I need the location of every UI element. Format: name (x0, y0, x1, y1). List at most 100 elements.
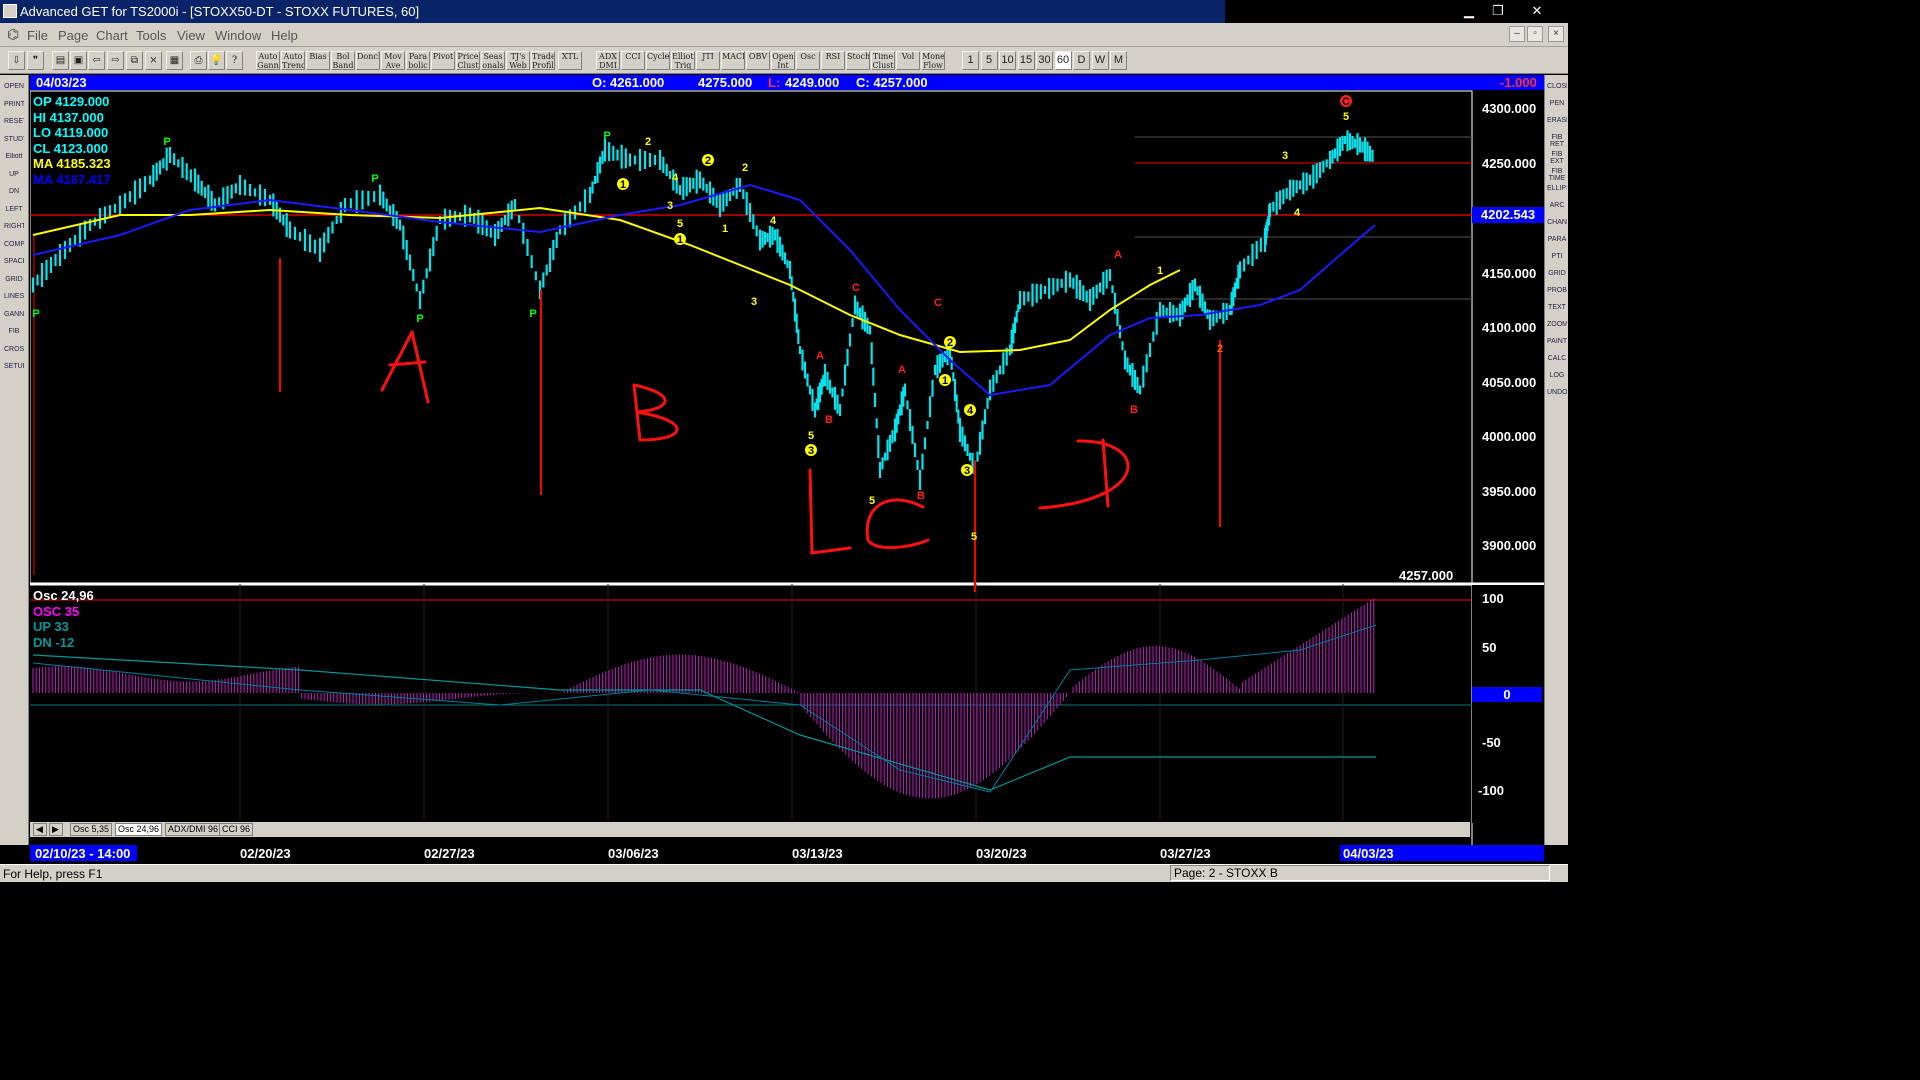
toolbar-button-bol-band[interactable]: Bol Band (331, 51, 355, 70)
toolbar-button-elliott-trig[interactable]: Elliott Trig (671, 51, 695, 70)
tab-adx-dmi[interactable]: ADX/DMI 96 (165, 823, 222, 836)
tab-cci[interactable]: CCI 96 (219, 823, 254, 836)
minimize-button[interactable]: ▁ (1457, 2, 1481, 20)
tab-osc-5-35[interactable]: Osc 5,35 (70, 823, 113, 836)
toolbar-button-vol[interactable]: Vol (896, 51, 920, 70)
left-tool-up[interactable]: UP (4, 170, 24, 187)
chart-area[interactable]: PPPPPP214352121434CAB535ABC21435AB12345C (30, 75, 1544, 845)
right-tool-fib-ret[interactable]: FIB RET (1547, 134, 1567, 150)
toolbar-button-open-int[interactable]: Open Int (771, 51, 795, 70)
toolbar-button-adx-dmi[interactable]: ADX DMI (596, 51, 620, 70)
tab-scroll-right[interactable]: ▶ (49, 823, 63, 836)
toolbar-icon-button[interactable]: ▤ (52, 51, 69, 70)
toolbar-icon-button[interactable]: ⇦ (88, 51, 105, 70)
right-tool-arc[interactable]: ARC (1547, 202, 1567, 218)
timeframe-button-w[interactable]: W (1091, 51, 1109, 70)
right-tool-para[interactable]: PARA (1547, 236, 1567, 252)
left-tool-right[interactable]: RIGHT (4, 223, 24, 239)
menu-page[interactable]: Page (58, 28, 88, 43)
left-tool-space[interactable]: SPACE (4, 258, 24, 274)
toolbar-icon-button[interactable]: ▣ (70, 51, 87, 70)
toolbar-button-osc[interactable]: Osc (796, 51, 820, 70)
right-tool-log[interactable]: LOG (1547, 372, 1567, 388)
toolbar-icon-button[interactable]: ⇩ (8, 51, 25, 70)
timeframe-button-d[interactable]: D (1073, 51, 1090, 70)
menu-file[interactable]: File (27, 28, 48, 43)
right-tool-pti[interactable]: PTI (1547, 253, 1567, 269)
timeframe-button-5[interactable]: 5 (980, 51, 998, 70)
toolbar-icon-button[interactable]: ⎙ (190, 51, 207, 70)
toolbar-icon-button[interactable]: ❞ (27, 51, 44, 70)
timeframe-button-15[interactable]: 15 (1017, 51, 1035, 70)
menu-view[interactable]: View (177, 28, 205, 43)
left-tool-fib[interactable]: FIB (4, 328, 24, 344)
toolbar-button-auto-gann[interactable]: Auto Gann (256, 51, 280, 70)
left-tool-comp[interactable]: COMP (4, 240, 24, 257)
toolbar-button-jti[interactable]: JTI (696, 51, 720, 70)
left-tool-left[interactable]: LEFT (4, 205, 24, 222)
toolbar-button-macd[interactable]: MACD (721, 51, 745, 70)
toolbar-button-mov-ave[interactable]: Mov Ave (381, 51, 405, 70)
toolbar-icon-button[interactable]: 💡 (208, 51, 225, 70)
left-tool-grid[interactable]: GRID (4, 275, 24, 292)
right-tool-erase[interactable]: ERASE (1547, 117, 1567, 133)
left-tool-lines[interactable]: LINES (4, 293, 24, 309)
toolbar-icon-button[interactable]: ? (226, 51, 243, 70)
left-tool-study[interactable]: STUDY (4, 135, 24, 152)
toolbar-button-donch[interactable]: Donch (356, 51, 380, 70)
toolbar-button-obv[interactable]: OBV (746, 51, 770, 70)
timeframe-button-30[interactable]: 30 (1036, 51, 1053, 70)
toolbar-button-xtl[interactable]: XTL (558, 51, 582, 70)
right-tool-undo[interactable]: UNDO (1547, 389, 1567, 405)
timeframe-button-m[interactable]: M (1110, 51, 1127, 70)
toolbar-button-bias[interactable]: Bias (306, 51, 330, 70)
left-tool-open[interactable]: OPEN (4, 83, 24, 99)
toolbar-button-seas-onals[interactable]: Seas onals (481, 51, 505, 70)
toolbar-button-auto-trend[interactable]: Auto Trend (281, 51, 305, 70)
toolbar-button-money-flow[interactable]: Money Flow (921, 51, 945, 70)
restore-button[interactable]: ❐ (1486, 2, 1510, 20)
right-tool-prob[interactable]: PROB (1547, 287, 1567, 303)
right-tool-zoom[interactable]: ZOOM (1547, 321, 1567, 337)
right-tool-chan[interactable]: CHAN (1547, 219, 1567, 235)
right-tool-grid[interactable]: GRID (1547, 270, 1567, 286)
right-tool-fib-time[interactable]: FIB TIME (1547, 168, 1567, 184)
toolbar-button-tj-s-web[interactable]: TJ's Web (506, 51, 530, 70)
right-tool-fib-ext[interactable]: FIB EXT (1547, 151, 1567, 167)
mdi-close-button[interactable]: × (1548, 26, 1564, 42)
right-tool-calc[interactable]: CALC (1547, 355, 1567, 371)
app-icon[interactable] (3, 4, 17, 18)
toolbar-icon-button[interactable]: ⧉ (126, 51, 143, 70)
close-button[interactable]: ✕ (1525, 2, 1549, 20)
toolbar-button-cci[interactable]: CCI (621, 51, 645, 70)
price-chart[interactable]: PPPPPP214352121434CAB535ABC21435AB12345C (30, 75, 1544, 845)
right-tool-pen[interactable]: PEN (1547, 100, 1567, 116)
toolbar-button-cycles[interactable]: Cycles (646, 51, 670, 70)
toolbar-icon-button[interactable]: ⇨ (107, 51, 124, 70)
toolbar-button-pivot[interactable]: Pivot (431, 51, 455, 70)
left-tool-cross[interactable]: CROSS (4, 345, 24, 362)
toolbar-button-trade-profile[interactable]: Trade Profile (531, 51, 555, 70)
doc-icon[interactable]: ⌬ (7, 26, 19, 43)
left-tool-elliott[interactable]: Elliott (4, 153, 24, 169)
toolbar-button-rsi[interactable]: RSI (821, 51, 845, 70)
toolbar-button-stoch[interactable]: Stoch (846, 51, 870, 70)
right-tool-paint[interactable]: PAINT (1547, 338, 1567, 354)
timeframe-button-1[interactable]: 1 (962, 51, 979, 70)
right-tool-text[interactable]: TEXT (1547, 304, 1567, 320)
left-tool-setup[interactable]: SETUP (4, 363, 24, 379)
left-tool-print[interactable]: PRINT (4, 100, 24, 117)
tab-scroll-left[interactable]: ◀ (33, 823, 47, 836)
menu-tools[interactable]: Tools (136, 28, 166, 43)
left-tool-gann[interactable]: GANN (4, 310, 24, 327)
right-tool-close[interactable]: CLOSE (1547, 83, 1567, 99)
menu-help[interactable]: Help (271, 28, 298, 43)
right-tool-ellipse[interactable]: ELLIPSE (1547, 185, 1567, 201)
menu-window[interactable]: Window (215, 28, 261, 43)
timeframe-button-60[interactable]: 60 (1054, 51, 1072, 70)
mdi-minimize-button[interactable]: – (1509, 26, 1525, 42)
toolbar-icon-button[interactable]: ⨯ (145, 51, 162, 70)
mdi-restore-button[interactable]: ▫ (1527, 26, 1543, 42)
menu-chart[interactable]: Chart (96, 28, 128, 43)
left-tool-dn[interactable]: DN (4, 188, 24, 204)
